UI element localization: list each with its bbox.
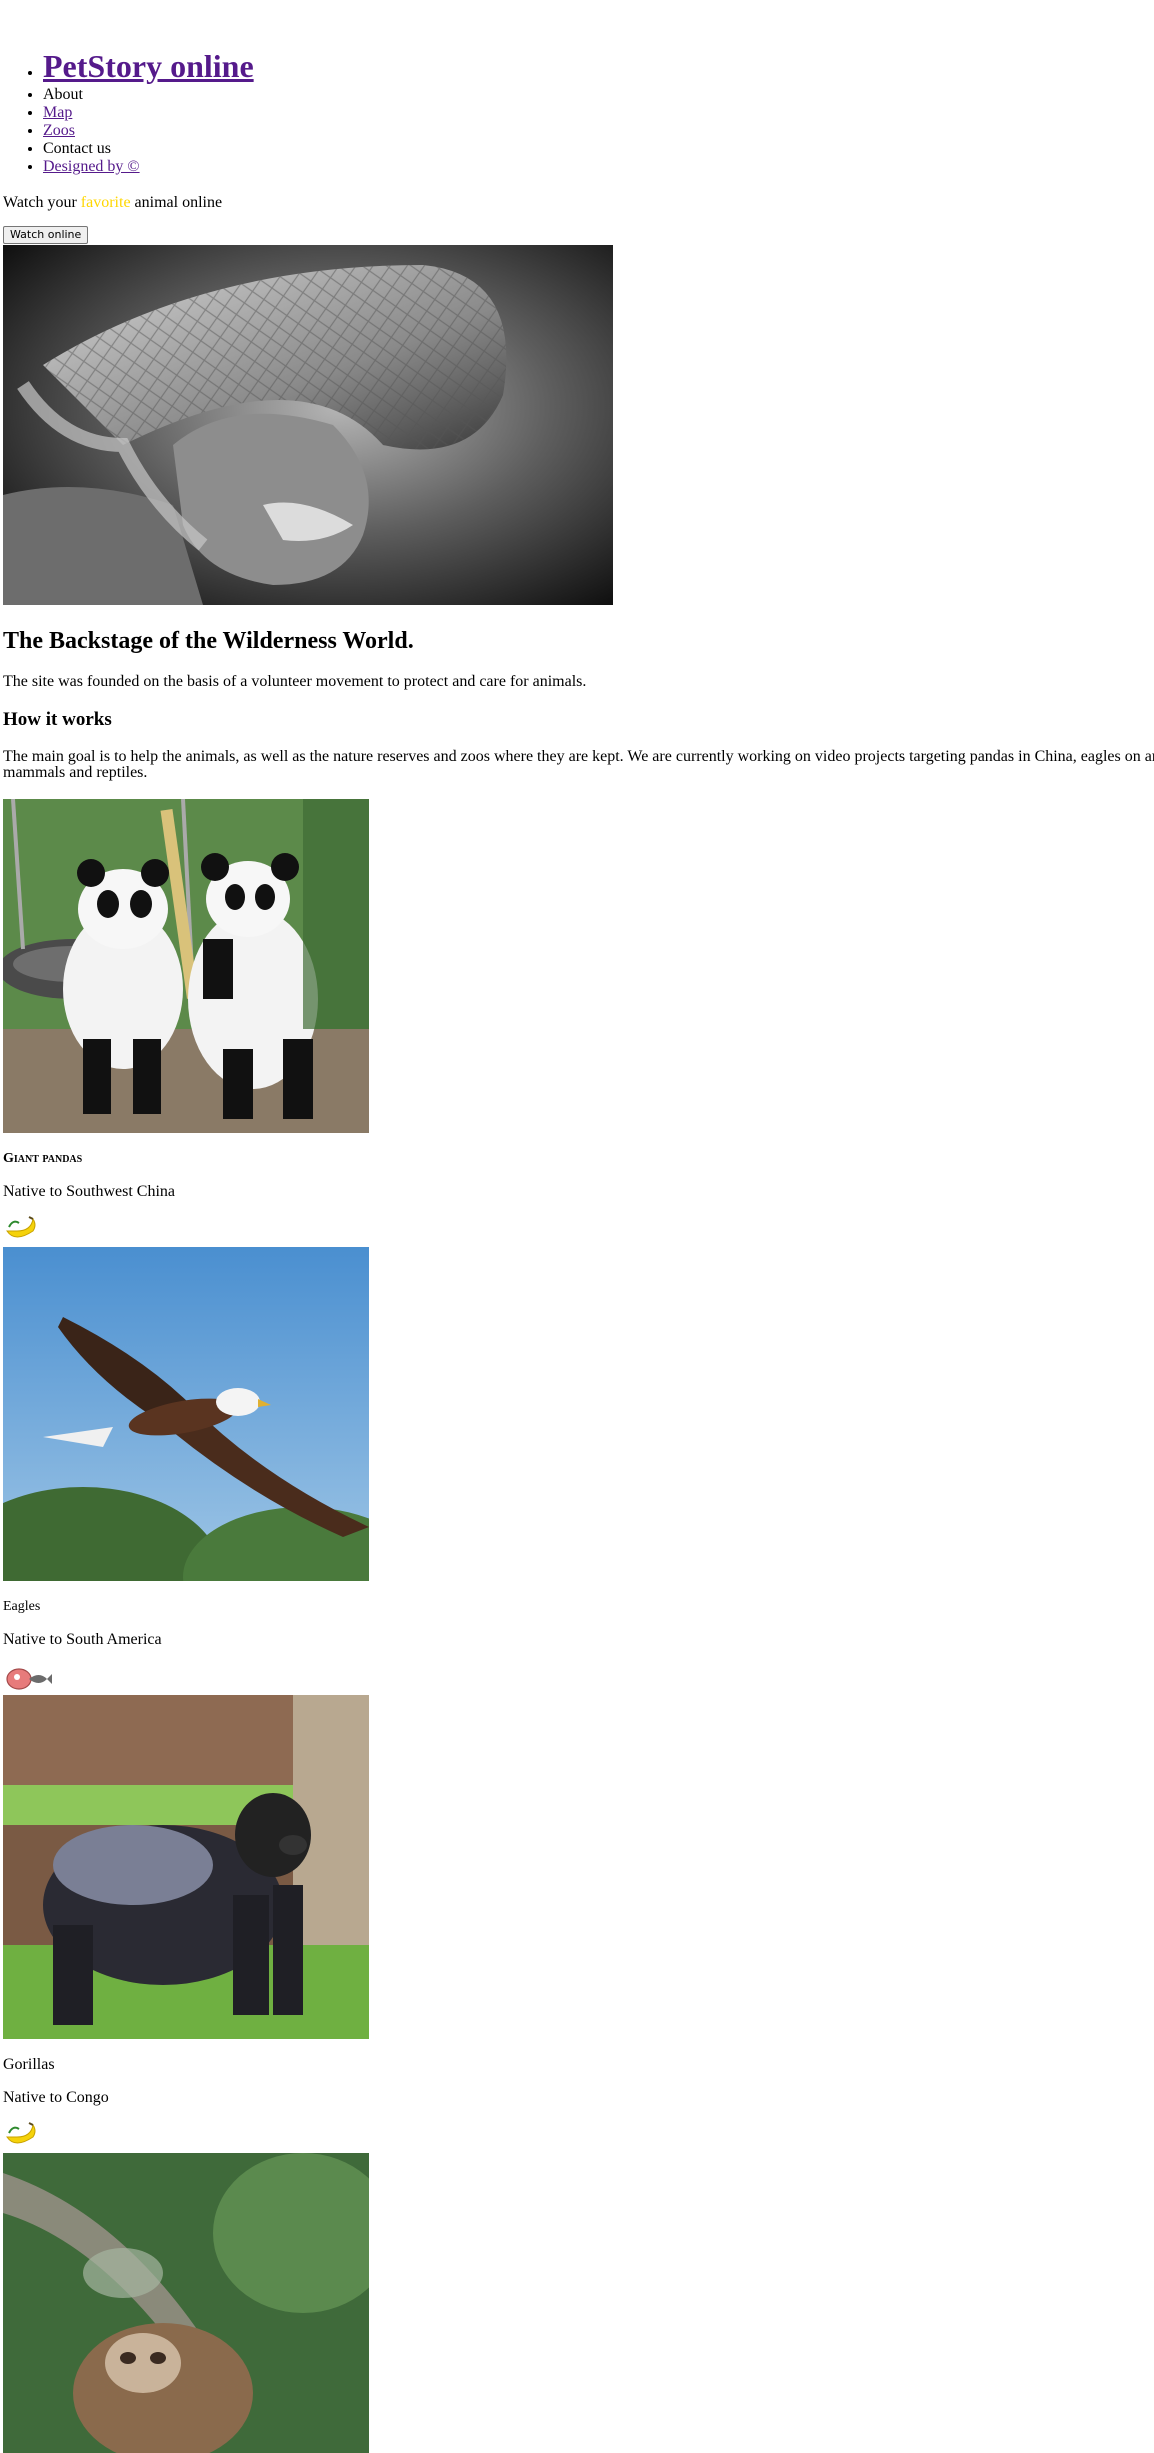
animal-name: Gorillas <box>3 2056 55 2073</box>
hero-text-before: Watch your <box>3 194 81 211</box>
site-title: PetStory online <box>43 18 1154 86</box>
meat-fish-icon <box>6 1668 52 1690</box>
page: PetStory online About Map Zoos Contact u… <box>0 0 1154 2453</box>
hero-text-highlight: favorite <box>80 194 131 211</box>
nav-link-zoos[interactable]: Zoos <box>43 122 75 139</box>
old-man-hat-image <box>3 245 613 605</box>
main-nav: About Map Zoos Contact us Designed by © <box>3 86 1154 176</box>
nav-item-about[interactable]: About <box>43 86 1154 104</box>
nav-link-map[interactable]: Map <box>43 104 72 121</box>
animal-native: Native to Congo <box>3 2089 109 2106</box>
header-list: PetStory online <box>3 0 1154 86</box>
about-heading: The Backstage of the Wilderness World. <box>3 628 414 654</box>
gorilla-photo <box>3 1695 369 2039</box>
eagle-image <box>3 1247 369 1581</box>
logo-list-item: PetStory online <box>43 0 1154 86</box>
nav-item-contact[interactable]: Contact us <box>43 140 1154 158</box>
panda-image <box>3 799 369 1133</box>
nav-link-designed-by[interactable]: Designed by © <box>43 158 140 175</box>
banana-icon <box>6 2122 36 2144</box>
animal-native: Native to Southwest China <box>3 1183 175 1200</box>
animal-name: Eagles <box>3 1599 41 1614</box>
animal-card-pandas: Giant pandas Native to Southwest China <box>3 799 1154 1245</box>
animal-card-gorillas: Gorillas Native to Congo <box>3 1695 1154 2151</box>
nav-item-map: Map <box>43 104 1154 122</box>
about-founded-text: The site was founded on the basis of a v… <box>3 673 587 690</box>
nav-item-designed: Designed by © <box>43 158 1154 176</box>
animal-card-eagles: Eagles Native to South America <box>3 1247 1154 1693</box>
watch-online-button[interactable]: Watch online <box>3 226 89 244</box>
nav-item-zoos: Zoos <box>43 122 1154 140</box>
sloth-photo <box>3 2153 369 2453</box>
panda-photo <box>3 799 369 1133</box>
sloth-image <box>3 2153 369 2453</box>
gorilla-image <box>3 1695 369 2039</box>
animal-card-sloth <box>3 2153 1154 2453</box>
hero-text-after: animal online <box>130 194 223 211</box>
eagle-photo <box>3 1247 369 1581</box>
goal-text: The main goal is to help the animals, as… <box>3 748 1154 781</box>
animal-name: Giant pandas <box>3 1151 83 1166</box>
how-it-works-heading: How it works <box>3 709 112 730</box>
hero-image <box>3 245 613 605</box>
hero-tagline: Watch your favorite animal online <box>3 194 1154 212</box>
site-title-link[interactable]: PetStory online <box>43 48 254 84</box>
animal-native: Native to South America <box>3 1631 162 1648</box>
banana-icon <box>6 1216 36 1238</box>
